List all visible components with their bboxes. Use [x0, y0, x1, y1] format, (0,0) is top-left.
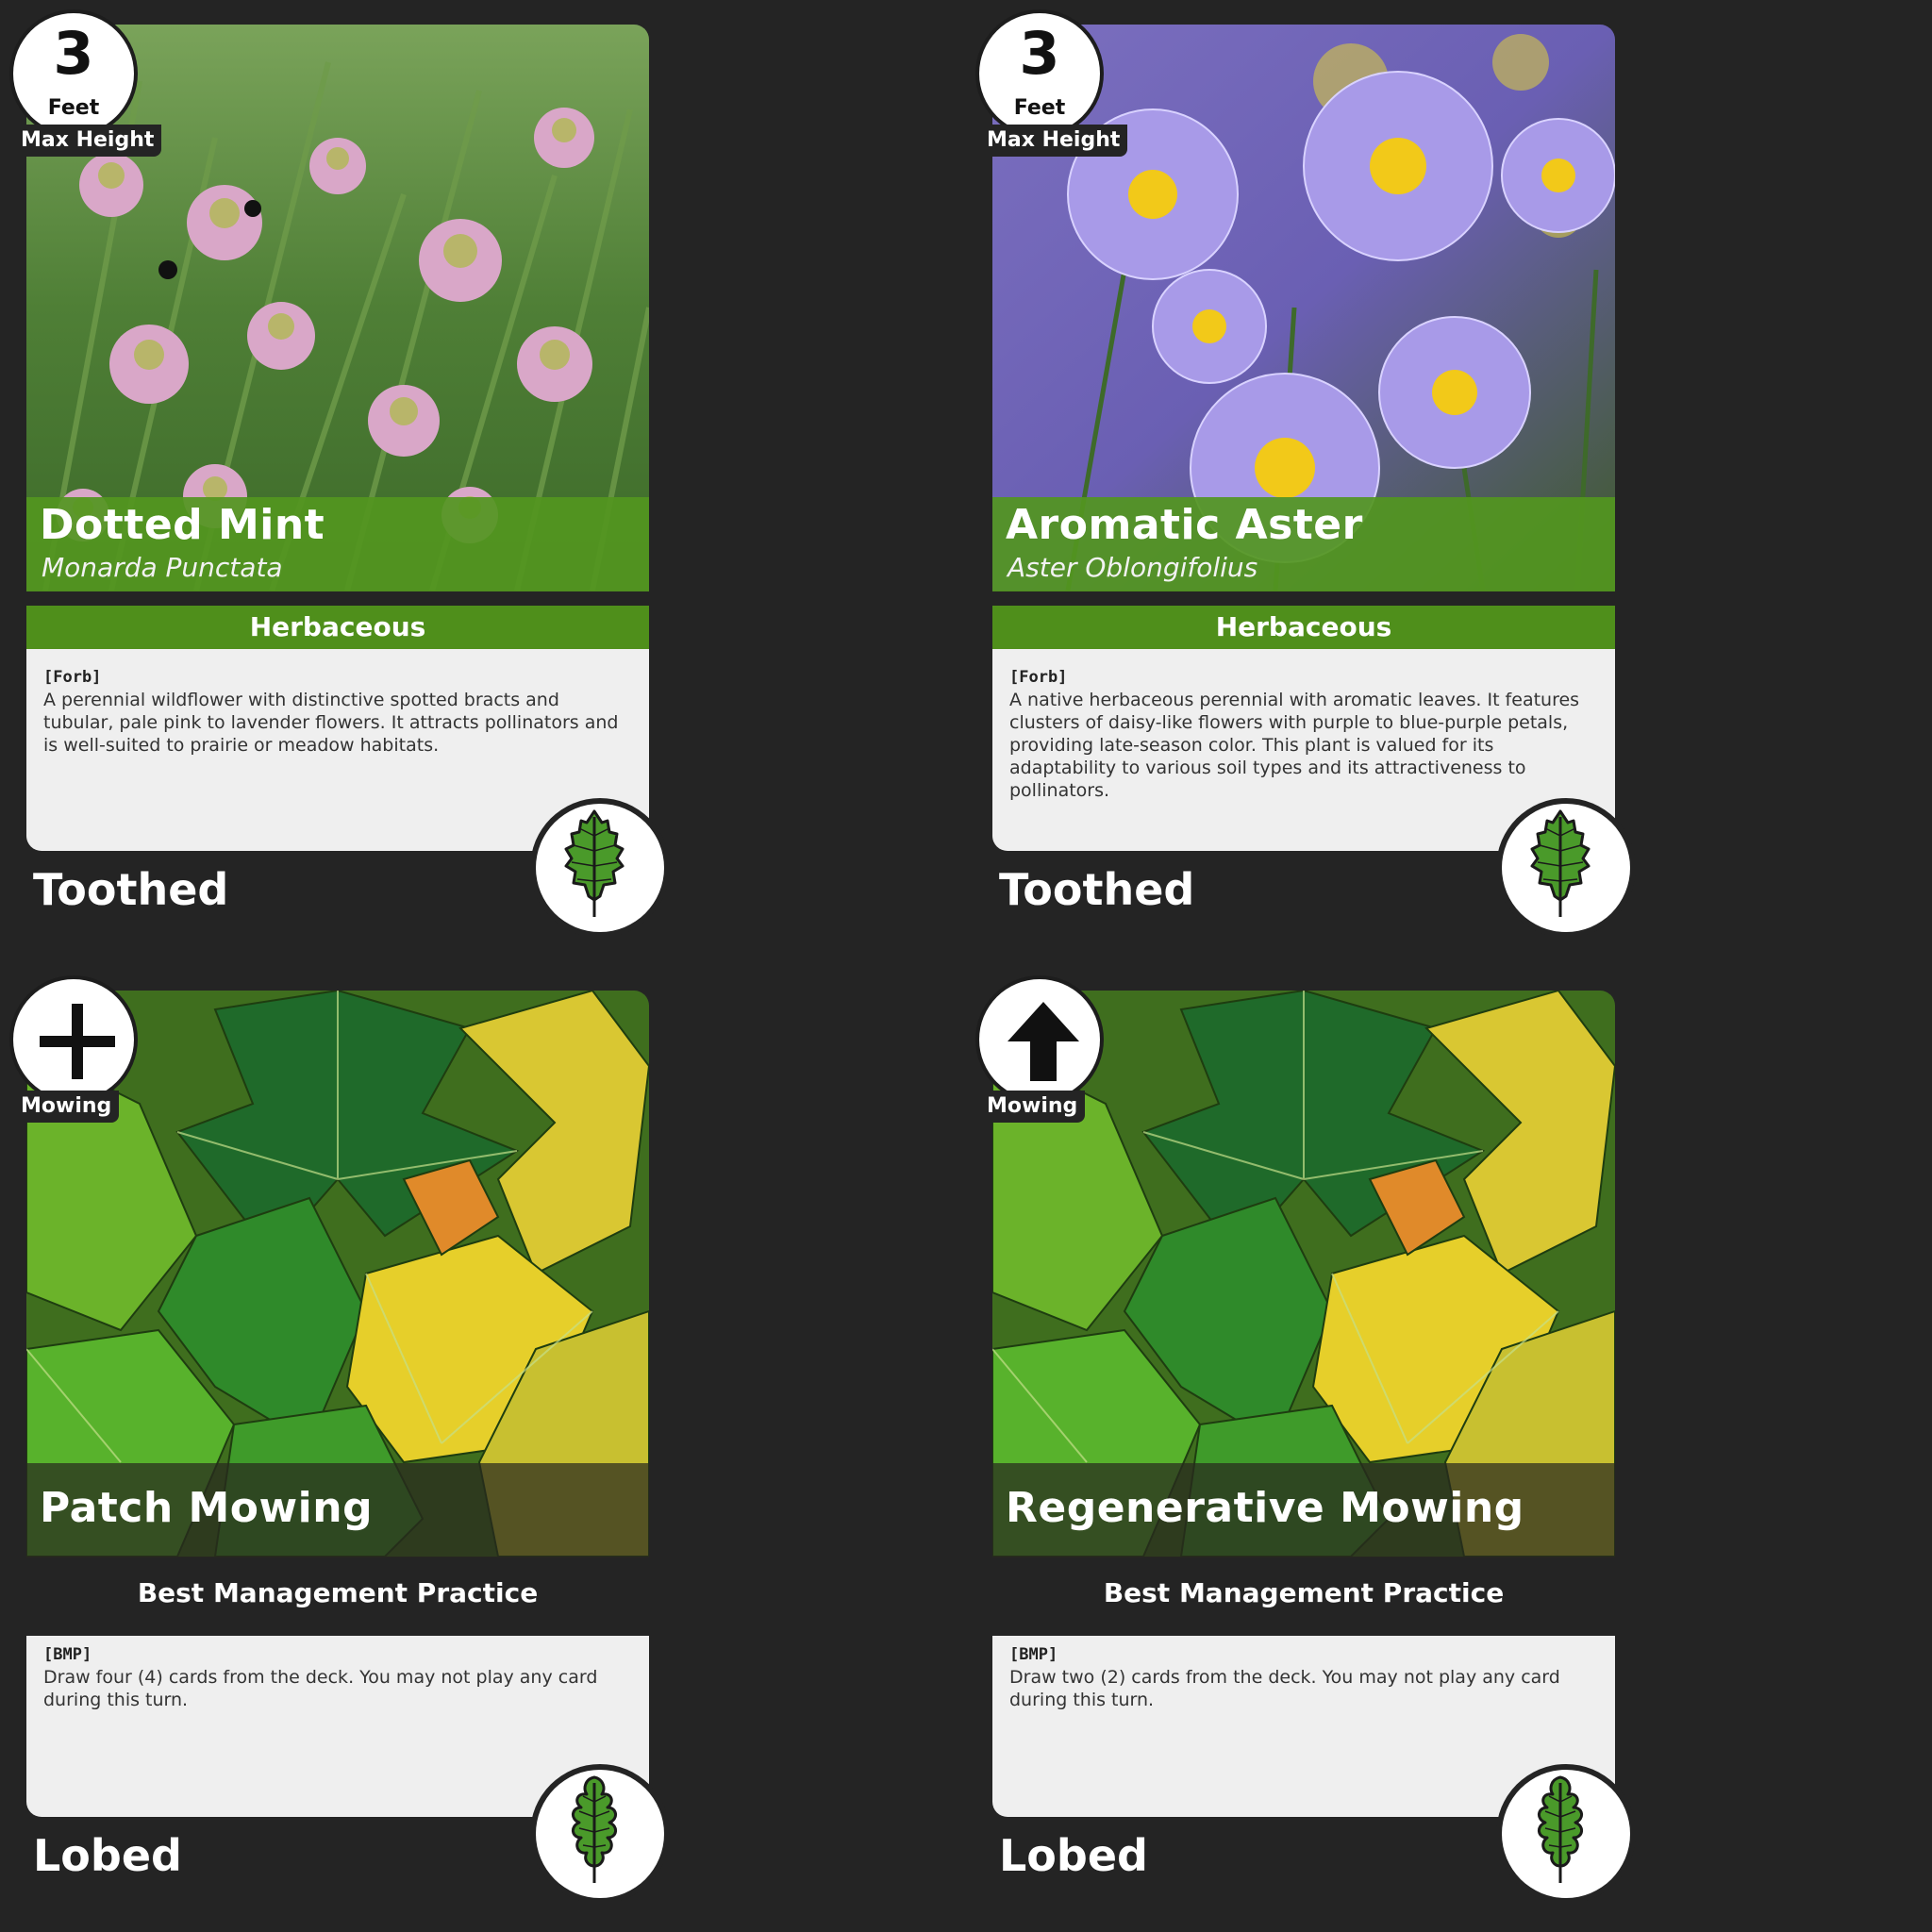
mowing-badge: Mowing	[975, 975, 1104, 1123]
title-band: Aromatic Aster Aster Oblongifolius	[992, 497, 1615, 591]
plant-card-dotted-mint[interactable]: Dotted Mint Monarda Punctata Herbaceous …	[9, 9, 670, 953]
scientific-name: Aster Oblongifolius	[1008, 552, 1258, 583]
card-description: Draw two (2) cards from the deck. You ma…	[1009, 1667, 1560, 1710]
max-height-badge: 3 Feet Max Height	[9, 9, 162, 157]
category-tag: [Forb]	[1009, 668, 1068, 687]
card-title: Aromatic Aster	[1006, 501, 1363, 549]
lobed-leaf-icon	[1538, 1775, 1583, 1883]
max-height-value: 3	[53, 19, 94, 88]
category-tag: [Forb]	[43, 668, 102, 687]
bmp-card-regenerative-mowing[interactable]: Regenerative Mowing Best Management Prac…	[975, 975, 1636, 1919]
category-tag: [BMP]	[1009, 1645, 1058, 1664]
leaf-type-badge	[530, 798, 670, 938]
leaf-type-badge	[1496, 798, 1636, 938]
toothed-leaf-icon	[564, 809, 625, 917]
leaf-type-label: Lobed	[999, 1830, 1148, 1881]
mowing-badge: Mowing	[9, 975, 138, 1123]
title-band: Patch Mowing	[26, 1463, 649, 1557]
card-type-label: Best Management Practice	[992, 1572, 1615, 1615]
max-height-badge: 3 Feet Max Height	[975, 9, 1128, 157]
plus-icon	[40, 1004, 115, 1079]
category-tag: [BMP]	[43, 1645, 92, 1664]
leaf-type-badge	[1496, 1764, 1636, 1904]
title-band: Regenerative Mowing	[992, 1463, 1615, 1557]
badge-label: Max Height	[13, 125, 162, 157]
leaf-type-label: Toothed	[999, 864, 1195, 915]
plant-card-aromatic-aster[interactable]: Aromatic Aster Aster Oblongifolius Herba…	[975, 9, 1636, 953]
card-title: Regenerative Mowing	[1006, 1484, 1524, 1532]
badge-label: Max Height	[979, 125, 1128, 157]
up-arrow-icon	[1008, 1002, 1079, 1081]
scientific-name: Monarda Punctata	[42, 552, 283, 583]
card-title: Patch Mowing	[40, 1484, 374, 1532]
plant-type-label: Herbaceous	[992, 606, 1615, 649]
toothed-leaf-icon	[1530, 809, 1591, 917]
card-description: Draw four (4) cards from the deck. You m…	[43, 1667, 598, 1710]
card-title: Dotted Mint	[40, 501, 325, 549]
max-height-value: 3	[1019, 19, 1060, 88]
card-description: A perennial wildflower with distinctive …	[43, 690, 619, 756]
max-height-unit: Feet	[47, 96, 100, 120]
badge-label: Mowing	[13, 1091, 120, 1123]
card-type-label: Best Management Practice	[26, 1572, 649, 1615]
lobed-leaf-icon	[572, 1775, 617, 1883]
leaf-type-label: Lobed	[33, 1830, 182, 1881]
max-height-unit: Feet	[1013, 96, 1066, 120]
badge-label: Mowing	[979, 1091, 1086, 1123]
leaf-type-label: Toothed	[33, 864, 229, 915]
plant-type-label: Herbaceous	[26, 606, 649, 649]
bmp-card-patch-mowing[interactable]: Patch Mowing Best Management Practice [B…	[9, 975, 670, 1919]
leaf-type-badge	[530, 1764, 670, 1904]
title-band: Dotted Mint Monarda Punctata	[26, 497, 649, 591]
card-description: A native herbaceous perennial with aroma…	[1009, 690, 1580, 801]
